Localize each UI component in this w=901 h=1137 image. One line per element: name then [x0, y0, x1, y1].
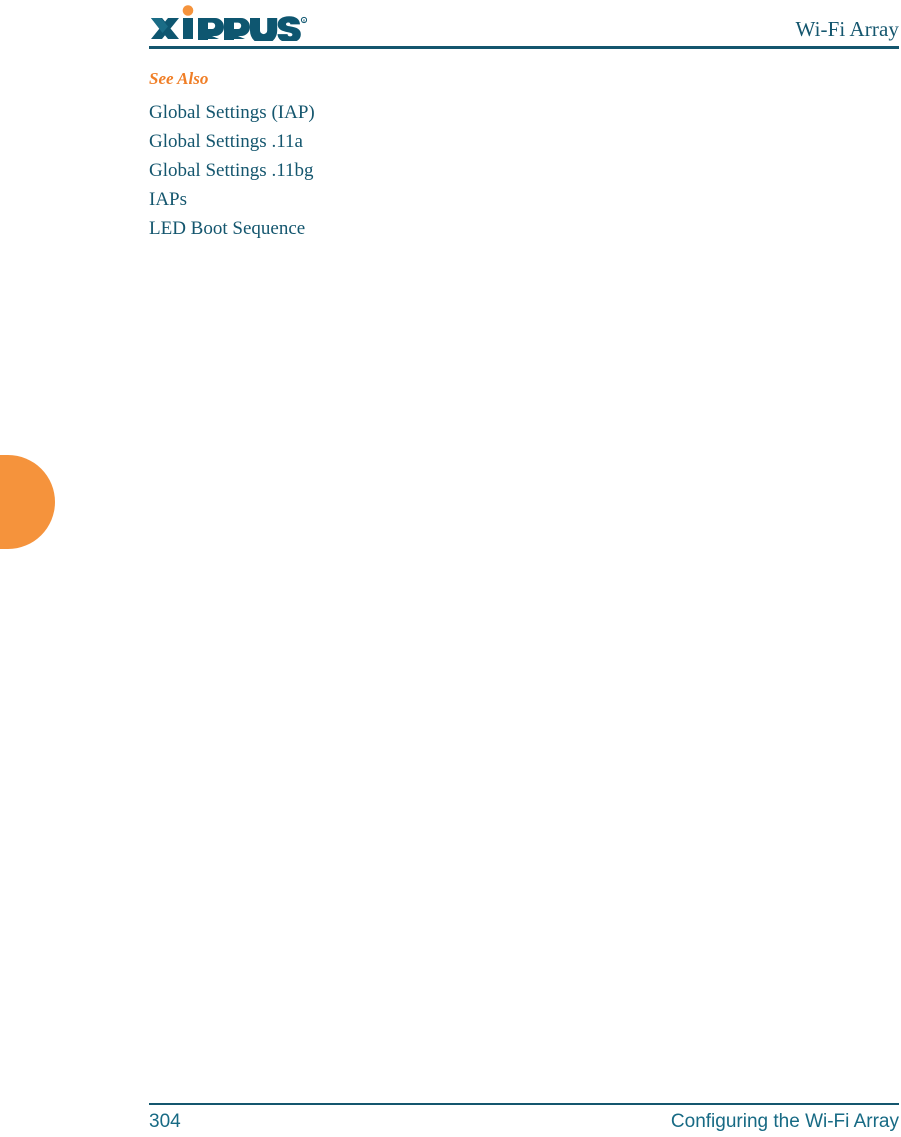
footer-page-number: 304: [149, 1111, 181, 1132]
cross-reference-link[interactable]: IAPs: [149, 185, 899, 214]
cross-reference-link[interactable]: Global Settings (IAP): [149, 98, 899, 127]
footer-chapter-title: Configuring the Wi-Fi Array: [670, 1111, 899, 1132]
cross-reference-link[interactable]: Global Settings .11a: [149, 127, 899, 156]
page-footer: 304 Configuring the Wi-Fi Array: [149, 1111, 899, 1137]
header-title: Wi-Fi Array: [795, 17, 899, 41]
document-page: R Wi-Fi Array See Also Global Settings (…: [0, 0, 901, 1137]
cross-reference-link[interactable]: Global Settings .11bg: [149, 156, 899, 185]
xirrus-logo: R: [149, 5, 307, 41]
cross-reference-link[interactable]: LED Boot Sequence: [149, 214, 899, 243]
footer-divider: [149, 1103, 899, 1105]
chapter-thumb-tab: [0, 455, 55, 549]
page-content: See Also Global Settings (IAP) Global Se…: [149, 68, 899, 243]
svg-text:R: R: [303, 19, 306, 23]
page-header: R Wi-Fi Array: [149, 0, 899, 50]
header-divider: [149, 46, 899, 49]
cross-reference-list: Global Settings (IAP) Global Settings .1…: [149, 98, 899, 243]
see-also-heading: See Also: [149, 69, 209, 88]
